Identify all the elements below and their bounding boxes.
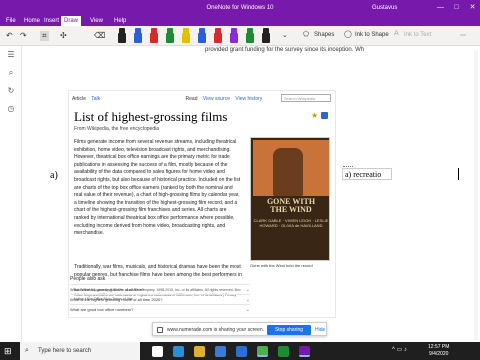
- ink-to-text-button: Ink to Text: [404, 32, 432, 38]
- windows-start-icon[interactable]: ⊞: [4, 346, 12, 357]
- task-view-icon[interactable]: [152, 346, 163, 357]
- pen-5[interactable]: [182, 28, 190, 44]
- taskbar-search-placeholder: Type here to search: [38, 348, 92, 354]
- wiki-tab-view-source: View source: [202, 96, 231, 102]
- search-icon[interactable]: ⌕: [6, 68, 16, 78]
- redo-icon[interactable]: ↷: [20, 31, 27, 40]
- window-title: OneNote for Windows 10: [206, 5, 274, 11]
- minimize-button[interactable]: —: [433, 0, 448, 16]
- system-tray-icons[interactable]: ^ ▭ ♪: [392, 346, 407, 353]
- store-icon[interactable]: [215, 346, 226, 357]
- note-text[interactable]: a) recreatio: [345, 170, 381, 179]
- lasso-select-icon[interactable]: ⌗: [40, 31, 49, 41]
- ink-to-text-icon: A: [394, 30, 399, 37]
- pen-4[interactable]: [166, 28, 174, 44]
- ink-to-shape-icon[interactable]: ◯: [344, 30, 352, 38]
- paa-question: What are good box office numbers? ⌄: [70, 304, 250, 314]
- onenote-icon[interactable]: [299, 346, 310, 357]
- pen-3[interactable]: [150, 28, 158, 44]
- maximize-button[interactable]: □: [449, 0, 464, 16]
- menu-bar: File Home Insert Draw View Help: [0, 16, 480, 26]
- undo-icon[interactable]: ↶: [6, 31, 13, 40]
- clock-time: 12:57 PM: [428, 344, 450, 350]
- menu-draw[interactable]: Draw: [61, 16, 82, 26]
- menu-insert[interactable]: Insert: [44, 16, 59, 26]
- close-button[interactable]: ✕: [465, 0, 480, 16]
- wiki-subtitle: From Wikipedia, the free encyclopedia: [74, 126, 160, 132]
- poster-caption: Gone with the Wind held the record: [250, 263, 313, 268]
- eraser-icon[interactable]: ⌫: [94, 31, 105, 40]
- pen-6[interactable]: [198, 28, 206, 44]
- menu-home[interactable]: Home: [24, 16, 40, 26]
- wiki-paragraph-1: Films generate income from several reven…: [74, 139, 241, 237]
- chrome-icon[interactable]: [257, 346, 268, 357]
- poster-title: GONE WITH THE WIND: [266, 197, 316, 214]
- add-space-icon[interactable]: ✣: [60, 31, 67, 40]
- shapes-button[interactable]: Shapes: [314, 32, 334, 38]
- star-icon: ★: [311, 111, 319, 120]
- paa-header: People also ask: [70, 276, 106, 282]
- paa-question: What is the #1 grossing movie of all tim…: [70, 284, 250, 294]
- vertical-scrollbar[interactable]: [474, 50, 478, 340]
- ink-to-shape-button[interactable]: Ink to Shape: [355, 32, 389, 38]
- taskbar-search[interactable]: ⌕ Type here to search: [20, 342, 140, 360]
- screen-share-bar: www.numerade.com is sharing your screen.…: [152, 322, 327, 336]
- pen-10[interactable]: [262, 28, 270, 44]
- xbox-icon[interactable]: [278, 346, 289, 357]
- poster-figures: [273, 148, 303, 196]
- ribbon-overflow-icon[interactable]: ⋯: [460, 32, 466, 39]
- page-top-text: provided grant funding for the survey si…: [205, 47, 365, 53]
- text-box-handle[interactable]: [343, 166, 353, 168]
- screen-share-text: www.numerade.com is sharing your screen.: [167, 327, 264, 333]
- recent-notes-icon[interactable]: ◷: [6, 104, 16, 114]
- menu-file[interactable]: File: [6, 16, 16, 26]
- text-cursor: [458, 168, 459, 180]
- wiki-tab-talk: Talk: [91, 96, 101, 102]
- pen-2[interactable]: [134, 28, 142, 44]
- edge-icon[interactable]: [173, 346, 184, 357]
- sync-icon[interactable]: ↻: [6, 86, 16, 96]
- wiki-tabs: Article Talk Read View source View histo…: [72, 96, 266, 102]
- pen-7[interactable]: [214, 28, 222, 44]
- navigation-toggle-icon[interactable]: ☰: [6, 50, 16, 60]
- pen-8[interactable]: [230, 28, 238, 44]
- user-name[interactable]: Gustavus: [372, 0, 397, 16]
- more-pens-icon[interactable]: ⌄: [282, 31, 288, 39]
- poster-credits: CLARK GABLE · VIVIEN LEIGH · LESLIE HOWA…: [253, 218, 329, 228]
- menu-help[interactable]: Help: [114, 16, 126, 26]
- menu-view[interactable]: View: [90, 16, 103, 26]
- shapes-icon[interactable]: ⬠: [303, 30, 309, 38]
- lock-icon: [321, 112, 328, 119]
- note-text-box[interactable]: a) recreatio: [342, 166, 392, 180]
- movie-poster-image: GONE WITH THE WIND CLARK GABLE · VIVIEN …: [250, 137, 330, 261]
- file-explorer-icon[interactable]: [194, 346, 205, 357]
- system-clock[interactable]: 12:57 PM 9/4/2020: [428, 344, 449, 358]
- wiki-article-title: List of highest-grossing films: [74, 109, 228, 124]
- screen-share-icon: [157, 327, 163, 333]
- left-sidebar: ☰ ⌕ ↻ ◷: [0, 46, 22, 342]
- pen-9[interactable]: [246, 28, 254, 44]
- wiki-tab-read: Read: [185, 96, 198, 102]
- hide-button[interactable]: Hide: [315, 327, 325, 333]
- people-also-ask: People also ask What is the #1 grossing …: [70, 276, 250, 314]
- title-bar: OneNote for Windows 10 Gustavus — □ ✕: [0, 0, 480, 16]
- wiki-tab-view-history: View history: [235, 96, 263, 102]
- draw-ribbon: ↶ ↷ ⌗ ✣ ⌫ ⌄ ⬠ Shapes ◯ Ink to Shape A In…: [0, 26, 480, 46]
- stop-sharing-button[interactable]: Stop sharing: [267, 325, 311, 335]
- handwritten-label-a[interactable]: a): [50, 170, 58, 181]
- wiki-tab-article: Article: [72, 96, 86, 102]
- chevron-down-icon: ⌄: [245, 307, 250, 313]
- clock-date: 9/4/2020: [428, 351, 449, 357]
- taskbar: ⊞ ⌕ Type here to search ^ ▭ ♪ 12:57 PM 9…: [0, 342, 480, 360]
- search-icon: ⌕: [25, 347, 29, 354]
- mail-icon[interactable]: [236, 346, 247, 357]
- paa-question: What is the highest grossing movie of al…: [70, 294, 250, 304]
- wiki-search-box: Search Wikipedia: [281, 94, 331, 102]
- pen-1[interactable]: [118, 28, 126, 44]
